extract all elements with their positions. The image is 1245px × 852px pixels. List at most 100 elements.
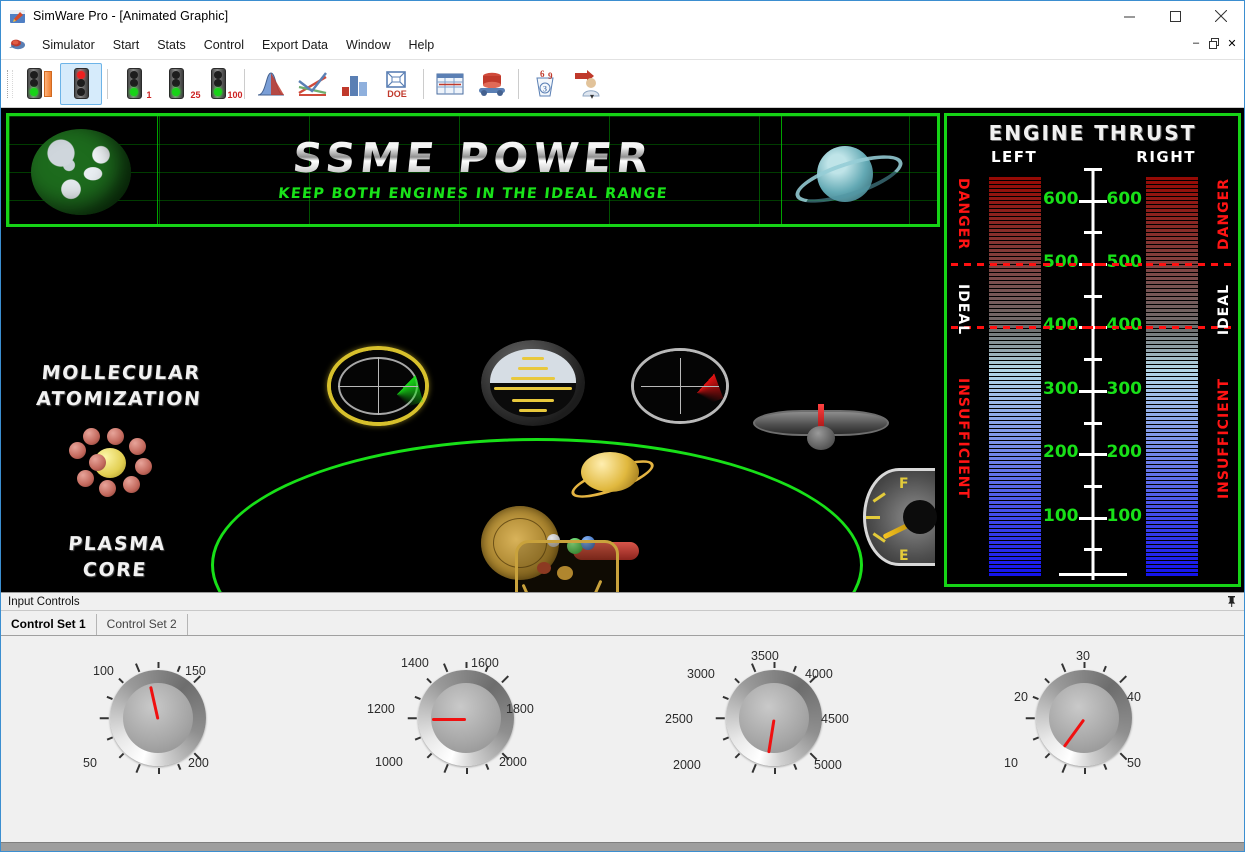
thrust-scale-label: 500 [1043, 252, 1079, 272]
knob-tick [751, 764, 756, 773]
thrust-scale-label: 200 [1107, 442, 1143, 462]
thrust-bar-segment [1146, 413, 1198, 416]
knob-tick [1026, 717, 1035, 719]
menu-item-export-data[interactable]: Export Data [253, 34, 337, 56]
random-number-button[interactable]: 6 9 3 [524, 63, 566, 105]
thrust-bar-segment [1146, 273, 1198, 276]
thrust-bar-segment [1146, 317, 1198, 320]
toolbar-overflow-chevron[interactable]: ▾ [590, 92, 594, 101]
knob-tick-label: 20 [1014, 690, 1028, 704]
thrust-bar-segment [989, 225, 1041, 228]
knob-tick-label: 5000 [814, 758, 842, 772]
thrust-bar-segment [1146, 489, 1198, 492]
knob-tick [502, 676, 509, 683]
plasma-core-label: PLASMA CORE [39, 531, 194, 583]
minimize-button[interactable] [1106, 1, 1152, 31]
step-25-button[interactable]: 25 [155, 63, 197, 105]
thrust-bar-segment [989, 313, 1041, 316]
core-temp-knob[interactable]: 100 150 50 200 Core Temp [43, 650, 273, 820]
menu-item-window[interactable]: Window [337, 34, 399, 56]
thrust-bar-segment [989, 257, 1041, 260]
database-button[interactable] [471, 63, 513, 105]
thrust-bar-segment [1146, 493, 1198, 496]
menu-item-start[interactable]: Start [104, 34, 148, 56]
menu-item-stats[interactable]: Stats [148, 34, 195, 56]
thrust-bar-segment [989, 341, 1041, 344]
thrust-bar-segment [1146, 565, 1198, 568]
thrust-bar-segment [989, 565, 1041, 568]
thrust-bar-segment [989, 465, 1041, 468]
distribution-button[interactable] [250, 63, 292, 105]
knob-tick [735, 678, 740, 683]
thrust-bar-segment [989, 285, 1041, 288]
stop-simulation-button[interactable] [60, 63, 102, 105]
thrust-bar-segment [1146, 277, 1198, 280]
knob-tick-label: 3500 [751, 649, 779, 663]
thrust-bar-segment [989, 333, 1041, 336]
doe-button[interactable]: DOE [376, 63, 418, 105]
thrust-bar-segment [1146, 293, 1198, 296]
bar-chart-icon [338, 69, 372, 99]
tab-control-set-2[interactable]: Control Set 2 [97, 614, 188, 635]
thrust-bar-segment [1146, 181, 1198, 184]
thrust-bar-segment [1146, 381, 1198, 384]
toolbar-grip[interactable] [7, 70, 13, 98]
step-1-button[interactable]: 1 [113, 63, 155, 105]
thrust-bar-segment [989, 361, 1041, 364]
thrust-bar-segment [989, 365, 1041, 368]
run-simulation-button[interactable] [18, 63, 60, 105]
saturn-planet-icon [797, 132, 893, 214]
label-line-2: CORE [39, 557, 191, 583]
thrust-bar-segment [1146, 309, 1198, 312]
mdi-window-controls: – ✕ [1188, 35, 1240, 51]
spreadsheet-button[interactable] [429, 63, 471, 105]
close-button[interactable] [1198, 1, 1244, 31]
thrust-bar-segment [989, 485, 1041, 488]
thrust-bar-segment [1146, 313, 1198, 316]
mdi-close-button[interactable]: ✕ [1224, 35, 1240, 51]
menu-item-simulator[interactable]: Simulator [33, 34, 104, 56]
thrust-bar-segment [1146, 213, 1198, 216]
mdi-restore-button[interactable] [1206, 35, 1222, 51]
knob-tick-label: 40 [1127, 690, 1141, 704]
nozzle-temp-knob[interactable]: 3500 3000 4000 2500 4500 2000 5000 Nozzl… [659, 650, 889, 820]
maximize-button[interactable] [1152, 1, 1198, 31]
person-arrow-icon [570, 69, 604, 99]
thrust-bar-segment [1146, 289, 1198, 292]
thrust-bar-segment [989, 529, 1041, 532]
thrust-bar-segment [1146, 321, 1198, 324]
thrust-bar-segment [1146, 177, 1198, 180]
input-controls-title: Input Controls [8, 596, 80, 608]
thrust-bar-segment [1146, 233, 1198, 236]
thrust-bar-segment [989, 181, 1041, 184]
simulator-icon[interactable] [7, 36, 27, 54]
pushpin-icon[interactable] [1225, 594, 1238, 613]
tab-control-set-1[interactable]: Control Set 1 [1, 614, 97, 635]
assign-resource-button[interactable] [566, 63, 608, 105]
thrust-major-tick [1079, 200, 1107, 203]
menu-item-control[interactable]: Control [195, 34, 253, 56]
knob-tick [466, 662, 468, 668]
thrust-bar-segment [1146, 209, 1198, 212]
rocket-icon [9, 8, 26, 25]
thrust-bar-segment [989, 477, 1041, 480]
thrust-bar-segment [1146, 433, 1198, 436]
bar-chart-button[interactable] [334, 63, 376, 105]
thrust-bar-segment [989, 517, 1041, 520]
knob-tick [135, 764, 140, 773]
thrust-minor-tick [1084, 548, 1102, 551]
trend-chart-button[interactable] [292, 63, 334, 105]
thrust-bar-segment [989, 381, 1041, 384]
mdi-minimize-button[interactable]: – [1188, 35, 1204, 51]
thrust-bar-segment [1146, 353, 1198, 356]
knob-tick-label: 50 [1127, 756, 1141, 770]
thrust-bar-segment [1146, 561, 1198, 564]
step-100-button[interactable]: 100 [197, 63, 239, 105]
simiton-rads-knob[interactable]: 1400 1600 1200 1800 1000 2000 Simiton Ra… [351, 650, 581, 820]
transducer-ratio-knob[interactable]: 30 20 40 10 50 Transducer Ratio [969, 650, 1199, 820]
thrust-bar-segment [989, 273, 1041, 276]
thrust-bar-segment [989, 549, 1041, 552]
thrust-scale-label: 600 [1107, 189, 1143, 209]
menu-item-help[interactable]: Help [399, 34, 443, 56]
animated-graphic-canvas: SSME POWER KEEP BOTH ENGINES IN THE IDEA… [1, 108, 1244, 592]
